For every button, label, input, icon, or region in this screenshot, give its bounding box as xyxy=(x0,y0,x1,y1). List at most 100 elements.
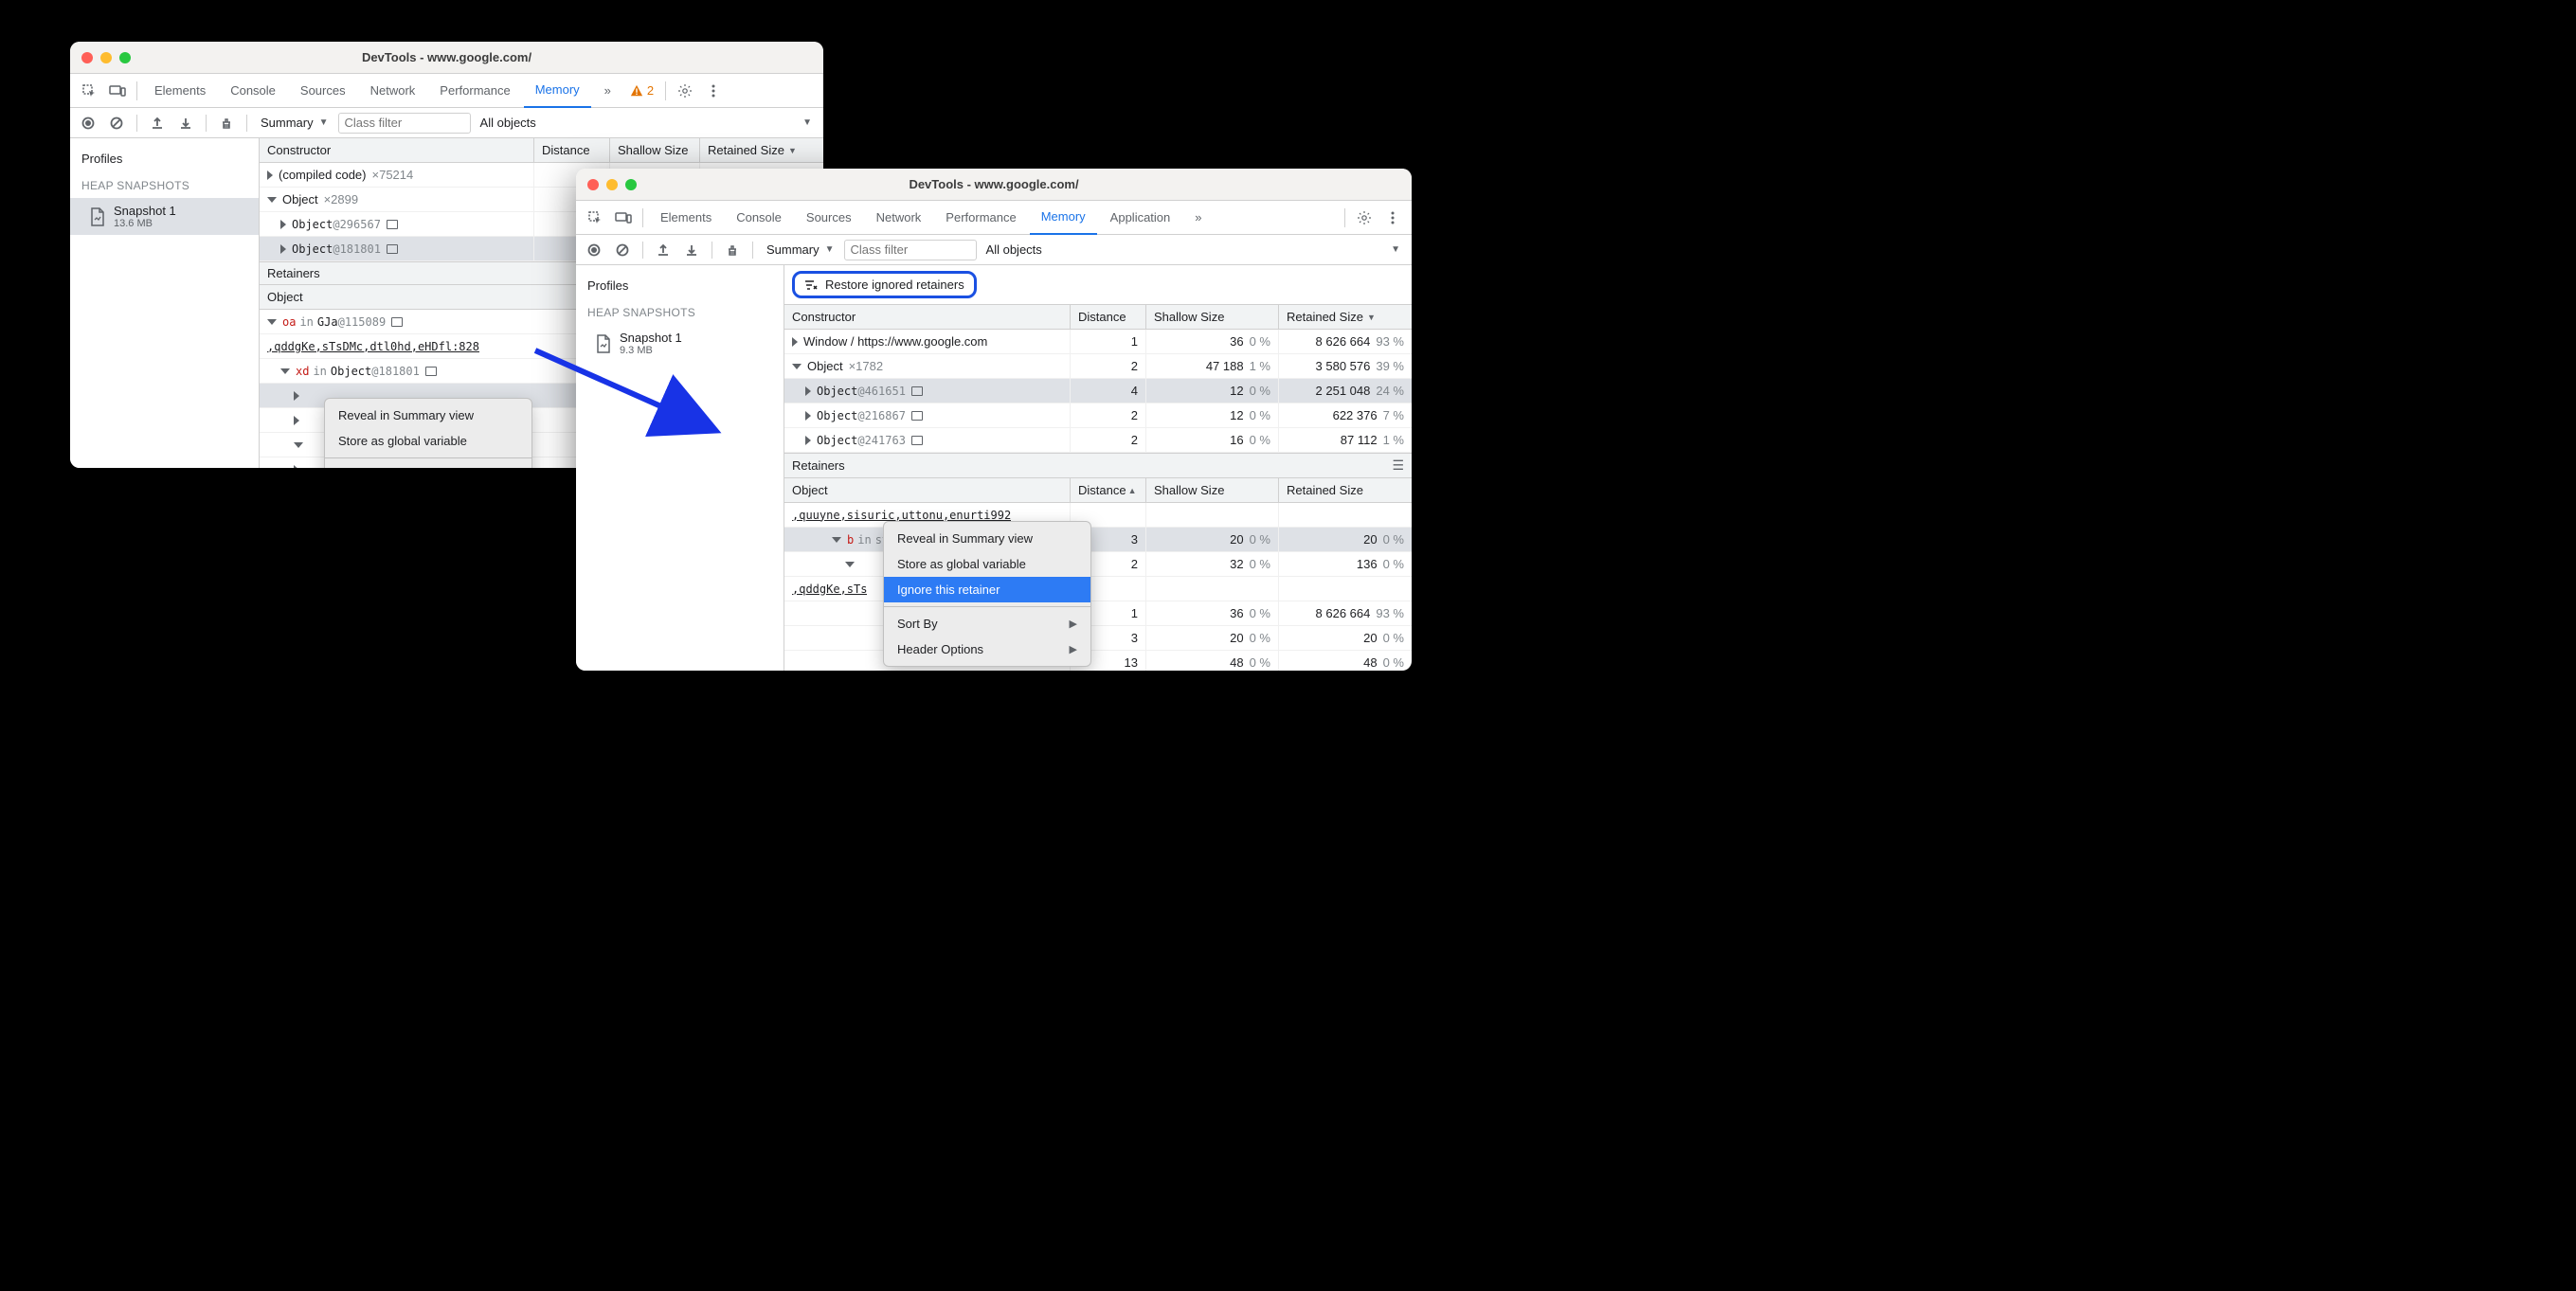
collapse-icon[interactable] xyxy=(294,442,303,448)
table-row[interactable]: binsystem / Context @2 3 200 % 200 % xyxy=(784,528,1412,552)
inspect-icon[interactable] xyxy=(582,205,608,231)
col-distance[interactable]: Distance xyxy=(1071,305,1146,329)
device-toggle-icon[interactable] xyxy=(610,205,637,231)
cm-sort-by[interactable]: Sort By▶ xyxy=(325,462,531,468)
hamburger-icon[interactable]: ☰ xyxy=(1392,457,1404,474)
kebab-menu-icon[interactable] xyxy=(700,78,727,104)
collapse-icon[interactable] xyxy=(792,364,802,369)
expand-icon[interactable] xyxy=(805,411,811,421)
source-link[interactable]: ,quuyne,sisuric,uttonu,enurti992 xyxy=(792,509,1011,522)
tab-more[interactable]: » xyxy=(1183,201,1213,235)
view-dropdown[interactable]: Summary ▼ xyxy=(761,241,840,259)
table-row[interactable]: 13 480 % 480 % xyxy=(784,651,1412,671)
titlebar[interactable]: DevTools - www.google.com/ xyxy=(70,42,823,74)
cm-header-options[interactable]: Header Options▶ xyxy=(884,637,1090,662)
warnings-badge[interactable]: 2 xyxy=(624,83,659,98)
record-icon[interactable] xyxy=(76,111,100,135)
maximize-window-button[interactable] xyxy=(625,179,637,190)
clear-icon[interactable] xyxy=(610,238,635,262)
col-retained[interactable]: Retained Size xyxy=(1279,478,1412,502)
tab-network[interactable]: Network xyxy=(865,201,933,235)
col-object[interactable]: Object xyxy=(784,478,1071,502)
table-row[interactable]: Object @241763 2 160 % 87 1121 % xyxy=(784,428,1412,453)
expand-icon[interactable] xyxy=(792,337,798,347)
table-row[interactable]: Object @216867 2 120 % 622 3767 % xyxy=(784,403,1412,428)
gc-icon[interactable] xyxy=(214,111,239,135)
cm-reveal[interactable]: Reveal in Summary view xyxy=(325,403,531,428)
source-link[interactable]: ,qddgKe,sTsDMc,dtl0hd,eHDfl:828 xyxy=(267,340,479,353)
export-icon[interactable] xyxy=(145,111,170,135)
cm-ignore-retainer[interactable]: Ignore this retainer xyxy=(884,577,1090,602)
table-row[interactable]: Object @461651 4 120 % 2 251 04824 % xyxy=(784,379,1412,403)
col-distance[interactable]: Distance xyxy=(534,138,610,162)
inspect-icon[interactable] xyxy=(76,78,102,104)
view-dropdown[interactable]: Summary ▼ xyxy=(255,114,334,132)
tab-network[interactable]: Network xyxy=(359,74,427,108)
close-window-button[interactable] xyxy=(81,52,93,63)
objects-dropdown[interactable]: All objects ▼ xyxy=(475,114,818,132)
collapse-icon[interactable] xyxy=(280,368,290,374)
col-retained-size[interactable]: Retained Size xyxy=(700,138,823,162)
collapse-icon[interactable] xyxy=(267,319,277,325)
cm-store-global[interactable]: Store as global variable xyxy=(325,428,531,454)
col-shallow[interactable]: Shallow Size xyxy=(1146,478,1279,502)
col-shallow-size[interactable]: Shallow Size xyxy=(610,138,700,162)
cm-reveal[interactable]: Reveal in Summary view xyxy=(884,526,1090,551)
class-filter-input[interactable] xyxy=(844,240,977,260)
expand-icon[interactable] xyxy=(294,416,299,425)
class-filter-input[interactable] xyxy=(338,113,471,134)
export-icon[interactable] xyxy=(651,238,676,262)
expand-icon[interactable] xyxy=(280,244,286,254)
expand-icon[interactable] xyxy=(280,220,286,229)
col-constructor[interactable]: Constructor xyxy=(260,138,534,162)
tab-sources[interactable]: Sources xyxy=(795,201,863,235)
import-icon[interactable] xyxy=(679,238,704,262)
tab-memory[interactable]: Memory xyxy=(1030,201,1097,235)
collapse-icon[interactable] xyxy=(845,562,855,567)
minimize-window-button[interactable] xyxy=(100,52,112,63)
col-distance[interactable]: Distance xyxy=(1071,478,1146,502)
close-window-button[interactable] xyxy=(587,179,599,190)
collapse-icon[interactable] xyxy=(832,537,841,543)
tab-elements[interactable]: Elements xyxy=(143,74,217,108)
settings-icon[interactable] xyxy=(672,78,698,104)
expand-icon[interactable] xyxy=(805,386,811,396)
table-row[interactable]: Object×1782 2 47 1881 % 3 580 57639 % xyxy=(784,354,1412,379)
tab-performance[interactable]: Performance xyxy=(428,74,521,108)
source-link[interactable]: ,qddgKe,sTs xyxy=(792,583,867,596)
expand-icon[interactable] xyxy=(294,465,299,469)
titlebar[interactable]: DevTools - www.google.com/ xyxy=(576,169,1412,201)
table-row[interactable]: ,qddgKe,sTs xyxy=(784,577,1412,601)
minimize-window-button[interactable] xyxy=(606,179,618,190)
cm-sort-by[interactable]: Sort By▶ xyxy=(884,611,1090,637)
snapshot-item[interactable]: Snapshot 1 9.3 MB xyxy=(576,325,784,362)
tab-application[interactable]: Application xyxy=(1099,201,1182,235)
device-toggle-icon[interactable] xyxy=(104,78,131,104)
snapshot-item[interactable]: Snapshot 1 13.6 MB xyxy=(70,198,259,235)
table-row[interactable]: 2 320 % 1360 % xyxy=(784,552,1412,577)
objects-dropdown[interactable]: All objects ▼ xyxy=(981,241,1406,259)
cm-store-global[interactable]: Store as global variable xyxy=(884,551,1090,577)
table-row[interactable]: 1 360 % 8 626 66493 % xyxy=(784,601,1412,626)
col-constructor[interactable]: Constructor xyxy=(784,305,1071,329)
tab-elements[interactable]: Elements xyxy=(649,201,723,235)
record-icon[interactable] xyxy=(582,238,606,262)
tab-console[interactable]: Console xyxy=(219,74,287,108)
maximize-window-button[interactable] xyxy=(119,52,131,63)
expand-icon[interactable] xyxy=(805,436,811,445)
context-menu[interactable]: Reveal in Summary view Store as global v… xyxy=(883,521,1091,667)
tab-sources[interactable]: Sources xyxy=(289,74,357,108)
tab-more[interactable]: » xyxy=(593,74,622,108)
table-row[interactable]: 3 200 % 200 % xyxy=(784,626,1412,651)
context-menu[interactable]: Reveal in Summary view Store as global v… xyxy=(324,398,532,468)
collapse-icon[interactable] xyxy=(267,197,277,203)
tab-performance[interactable]: Performance xyxy=(934,201,1027,235)
restore-ignored-retainers-button[interactable]: Restore ignored retainers xyxy=(792,271,977,298)
settings-icon[interactable] xyxy=(1351,205,1378,231)
import-icon[interactable] xyxy=(173,111,198,135)
gc-icon[interactable] xyxy=(720,238,745,262)
tab-memory[interactable]: Memory xyxy=(524,74,591,108)
table-row[interactable]: ,quuyne,sisuric,uttonu,enurti992 xyxy=(784,503,1412,528)
tab-console[interactable]: Console xyxy=(725,201,793,235)
expand-icon[interactable] xyxy=(294,391,299,401)
